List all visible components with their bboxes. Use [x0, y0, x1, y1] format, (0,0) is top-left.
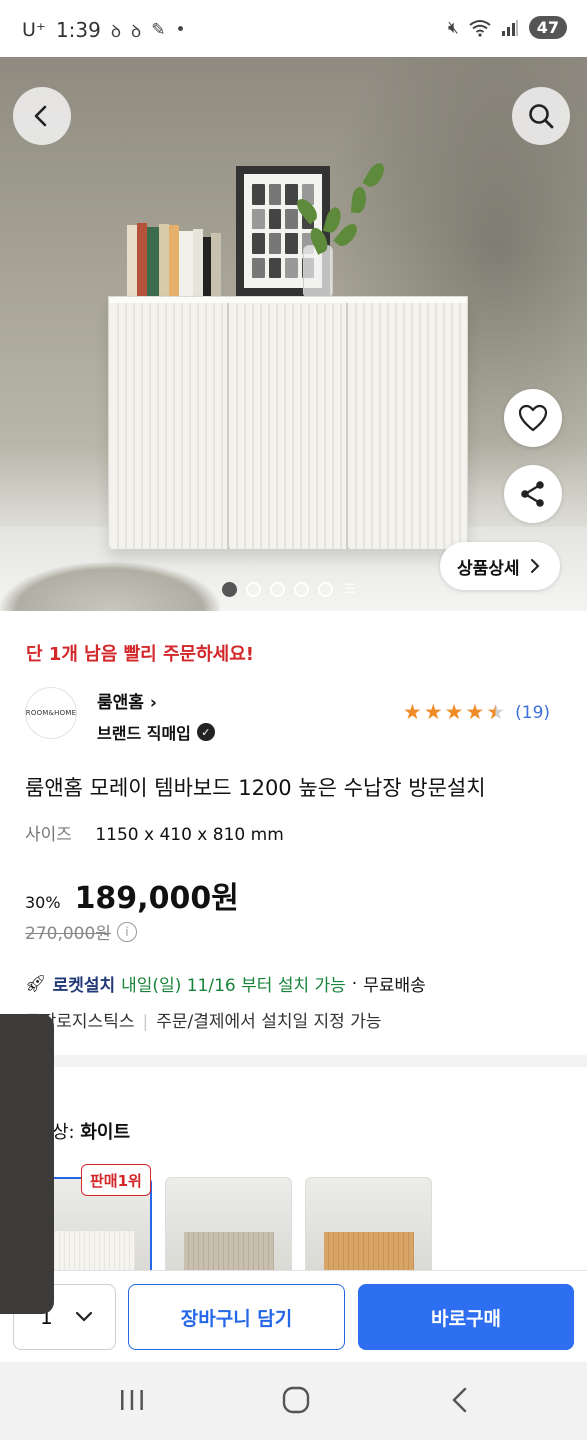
carousel-indicator: ☰ — [222, 582, 356, 597]
carousel-dot[interactable] — [294, 582, 309, 597]
back-nav-button[interactable] — [440, 1382, 480, 1418]
brand-direct-badge: 브랜드 직매입 ✓ — [97, 720, 215, 744]
carousel-dot[interactable] — [222, 582, 237, 597]
size-value: 1150 x 410 x 810 mm — [95, 825, 284, 845]
recent-apps-icon — [121, 1390, 143, 1410]
books-image — [127, 219, 222, 297]
product-image-carousel[interactable]: 상품상세 ☰ — [0, 57, 587, 611]
battery-indicator: 47 — [528, 16, 567, 39]
system-nav-bar — [0, 1362, 587, 1440]
heart-icon — [518, 404, 548, 432]
review-count[interactable]: (19) — [515, 703, 550, 723]
mute-icon: 🔇︎ — [448, 17, 459, 38]
brand-name: 룸앤홈 — [97, 693, 144, 713]
install-note: 주문/결제에서 설치일 지정 가능 — [156, 1012, 382, 1032]
carrier-label: U⁺ — [22, 19, 46, 41]
free-shipping: 무료배송 — [363, 976, 426, 996]
buy-now-label: 바로구매 — [431, 1307, 501, 1330]
size-row: 사이즈 1150 x 410 x 810 mm — [25, 820, 284, 845]
stock-alert: 단 1개 남음 빨리 주문하세요! — [26, 644, 254, 665]
discount-rate: 30% — [25, 893, 61, 912]
star-icon: ★ — [423, 700, 443, 724]
share-button[interactable] — [504, 465, 562, 523]
add-to-cart-button[interactable]: 장바구니 담기 — [128, 1284, 345, 1350]
price-row: 30% 189,000원 — [25, 873, 239, 917]
verified-check-icon: ✓ — [196, 723, 215, 741]
home-icon — [282, 1386, 310, 1414]
more-dot-icon: • — [175, 20, 186, 40]
rocket-install-badge: 로켓설치 — [52, 976, 116, 996]
wifi-icon — [469, 19, 491, 37]
sale-price: 189,000원 — [74, 881, 239, 916]
section-divider — [0, 1055, 587, 1067]
wishlist-button[interactable] — [504, 389, 562, 447]
option-label-prefix: 상: — [52, 1122, 75, 1143]
bestseller-badge: 판매1위 — [81, 1164, 151, 1196]
logistics-row: 쿠팡로지스틱스 | 주문/결제에서 설치일 지정 가능 — [25, 1007, 381, 1032]
option-label: 상: 화이트 — [52, 1118, 130, 1144]
floating-side-panel[interactable] — [0, 1014, 54, 1314]
product-detail-label: 상품상세 — [457, 558, 520, 579]
brand-logo-text: ROOM&HOME — [25, 709, 77, 717]
original-price-row: 270,000원 i — [25, 919, 137, 944]
pillow-image — [0, 562, 220, 611]
rating[interactable]: ★ ★ ★ ★ ★ (19) — [403, 702, 550, 723]
chevron-right-icon — [530, 559, 539, 573]
notification-icon: ꝺ — [131, 21, 142, 42]
brand-name-link[interactable]: 룸앤홈 › — [97, 688, 157, 713]
color-option-gray[interactable] — [165, 1177, 292, 1277]
star-icon: ★ — [403, 700, 422, 724]
status-left: U⁺ 1:39 ꝺ ꝺ ✎ • — [22, 18, 186, 42]
status-bar: U⁺ 1:39 ꝺ ꝺ ✎ • 🔇︎ 47 — [0, 0, 587, 62]
star-icon: ★ — [465, 700, 485, 724]
pen-icon: ✎ — [151, 20, 166, 40]
carousel-dot[interactable] — [270, 582, 285, 597]
install-date: 내일(일) 11/16 부터 설치 가능 — [121, 976, 346, 996]
half-star-icon: ★ — [486, 700, 506, 724]
buy-now-button[interactable]: 바로구매 — [358, 1284, 574, 1350]
signal-icon — [501, 19, 518, 36]
back-icon — [452, 1387, 467, 1413]
share-icon — [521, 481, 544, 507]
add-to-cart-label: 장바구니 담기 — [180, 1307, 293, 1330]
selected-color: 화이트 — [80, 1122, 131, 1143]
product-title: 룸앤홈 모레이 템바보드 1200 높은 수납장 방문설치 — [25, 776, 486, 800]
clock: 1:39 — [55, 18, 101, 42]
info-icon[interactable]: i — [116, 921, 137, 942]
chevron-right-icon: › — [143, 693, 157, 713]
back-button[interactable] — [13, 87, 71, 145]
original-price: 270,000원 — [25, 924, 111, 944]
notification-icon: ꝺ — [110, 21, 122, 42]
status-right: 🔇︎ 47 — [448, 16, 567, 39]
chevron-down-icon — [75, 1311, 93, 1322]
home-button[interactable] — [276, 1382, 316, 1418]
search-button[interactable] — [512, 87, 570, 145]
separator-dot: · — [351, 973, 358, 994]
gallery-icon[interactable]: ☰ — [344, 582, 356, 597]
rocket-install-row: 🚀︎ 로켓설치 내일(일) 11/16 부터 설치 가능 · 무료배송 — [25, 971, 426, 997]
brand-logo[interactable]: ROOM&HOME — [25, 687, 77, 739]
product-detail-button[interactable]: 상품상세 — [440, 542, 560, 590]
brand-subtitle: 브랜드 직매입 — [97, 724, 191, 743]
recent-apps-button[interactable] — [112, 1382, 152, 1418]
size-label: 사이즈 — [25, 825, 72, 845]
rocket-icon: 🚀︎ — [25, 973, 47, 994]
search-icon — [529, 104, 554, 129]
bottom-action-bar: 1 장바구니 담기 바로구매 — [0, 1270, 587, 1362]
divider-bar: | — [142, 1012, 149, 1032]
carousel-dot[interactable] — [246, 582, 261, 597]
cabinet-image — [108, 296, 468, 549]
carousel-dot[interactable] — [318, 582, 333, 597]
color-option-oak[interactable] — [305, 1177, 432, 1277]
star-icon: ★ — [444, 700, 464, 724]
chevron-left-icon — [34, 105, 47, 127]
